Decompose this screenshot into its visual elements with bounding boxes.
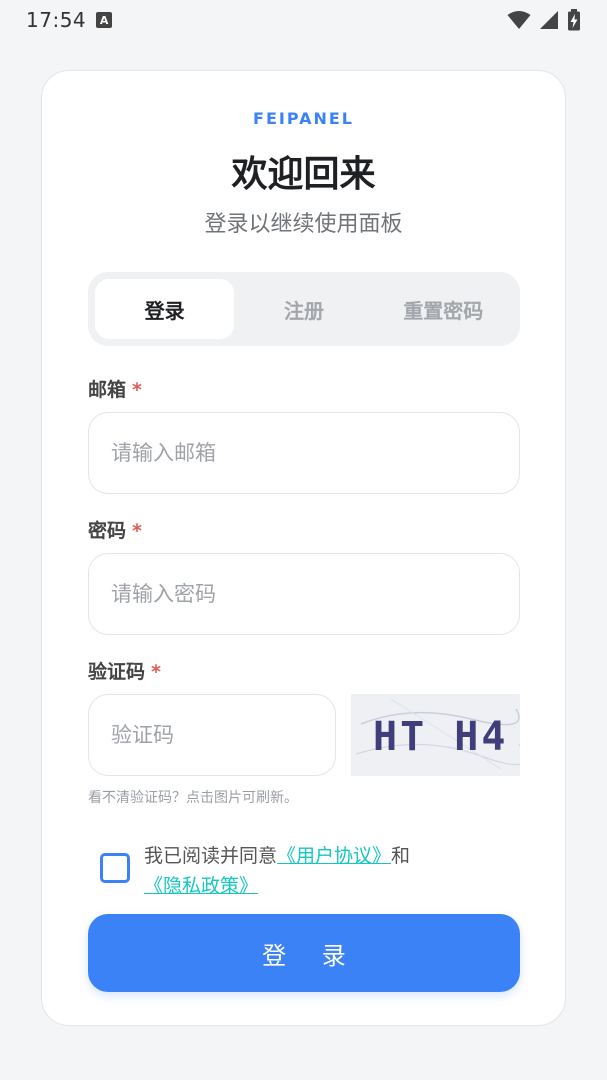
battery-charging-icon xyxy=(568,9,580,31)
tab-login[interactable]: 登录 xyxy=(95,279,235,339)
agreement-row: 我已阅读并同意《用户协议》和《隐私政策》 xyxy=(100,841,520,901)
tab-register[interactable]: 注册 xyxy=(234,279,373,339)
captcha-label: 验证码 * xyxy=(88,657,161,684)
status-bar: 17:54 A xyxy=(0,0,607,40)
captcha-hint: 看不清验证码？点击图片可刷新。 xyxy=(88,790,298,806)
wifi-icon xyxy=(507,11,531,29)
required-mark: * xyxy=(132,379,142,401)
captcha-graphic: HT H4 xyxy=(355,698,526,770)
auth-tabs: 登录 注册 重置密码 xyxy=(88,272,520,346)
required-mark: * xyxy=(132,520,142,542)
required-mark: * xyxy=(151,661,161,683)
user-agreement-link[interactable]: 《用户协议》 xyxy=(277,845,391,867)
agreement-prefix: 我已阅读并同意 xyxy=(144,845,278,867)
password-input[interactable] xyxy=(88,553,520,635)
email-label: 邮箱 * xyxy=(88,375,142,402)
page-subtitle: 登录以继续使用面板 xyxy=(204,212,403,237)
email-label-text: 邮箱 xyxy=(88,379,127,401)
cellular-signal-icon xyxy=(540,11,558,29)
login-button[interactable]: 登 录 xyxy=(88,914,520,992)
captcha-image[interactable]: HT H4 xyxy=(351,694,526,776)
agreement-and: 和 xyxy=(391,845,411,867)
login-card: FEIPANEL 欢迎回来 登录以继续使用面板 登录 注册 重置密码 邮箱* 密… xyxy=(41,70,566,1026)
password-label: 密码 * xyxy=(88,516,142,543)
agree-checkbox[interactable] xyxy=(100,853,130,883)
captcha-label-text: 验证码 xyxy=(88,661,146,683)
tab-reset-password[interactable]: 重置密码 xyxy=(374,279,513,339)
page-title: 欢迎回来 xyxy=(231,154,376,195)
password-label-text: 密码 xyxy=(88,520,127,542)
captcha-input[interactable] xyxy=(88,694,336,776)
agreement-text: 我已阅读并同意《用户协议》和《隐私政策》 xyxy=(144,841,520,901)
captcha-text: HT H4 xyxy=(373,714,508,760)
brand-name: FEIPANEL xyxy=(253,109,354,128)
status-time: 17:54 xyxy=(26,8,87,32)
status-left: 17:54 A xyxy=(26,8,113,32)
status-right xyxy=(507,9,581,31)
email-input[interactable] xyxy=(88,412,520,494)
privacy-policy-link[interactable]: 《隐私政策》 xyxy=(144,875,258,897)
notification-a-icon: A xyxy=(96,12,113,28)
